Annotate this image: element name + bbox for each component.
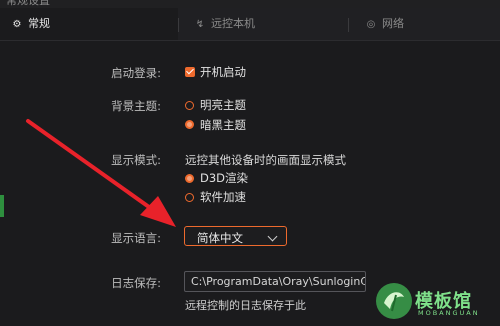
watermark-subtext: MOBANGUAN <box>418 309 480 317</box>
annotation-arrow <box>26 119 176 227</box>
